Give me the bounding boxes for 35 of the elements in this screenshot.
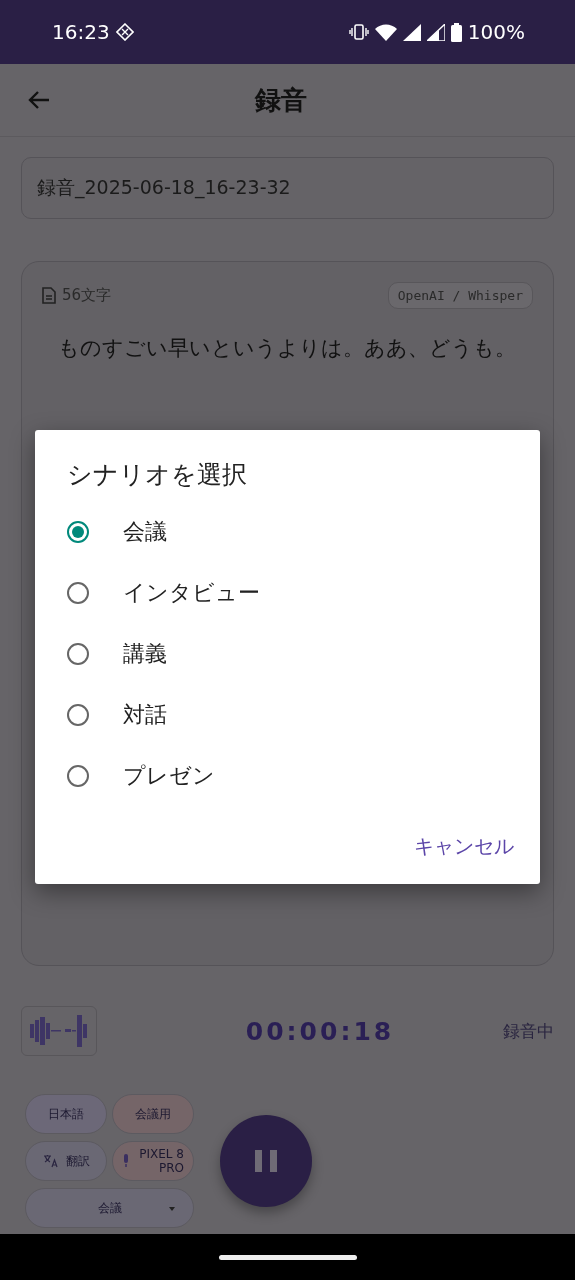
- option-label[interactable]: 対話: [123, 699, 167, 730]
- transcript-text: ものすごい早いというよりは。ああ、どうも。: [57, 335, 517, 362]
- microphone-icon: [122, 1154, 130, 1168]
- back-arrow-icon[interactable]: [28, 90, 50, 110]
- pause-button[interactable]: [220, 1115, 312, 1207]
- option-label[interactable]: 講義: [123, 638, 167, 669]
- home-indicator[interactable]: [218, 1254, 357, 1260]
- option-label[interactable]: 会議: [123, 516, 167, 547]
- character-count: 56文字: [62, 286, 112, 305]
- vibrate-icon: [348, 24, 369, 40]
- recording-timer: 00:00:18: [245, 1016, 395, 1046]
- recording-status: 録音中: [503, 1019, 554, 1043]
- signal-icon: [426, 23, 445, 41]
- radio-button[interactable]: [67, 520, 89, 543]
- option-label[interactable]: インタビュー: [123, 577, 260, 608]
- document-icon: [42, 287, 56, 304]
- radio-button[interactable]: [67, 764, 89, 787]
- battery-percent: 100%: [467, 20, 525, 44]
- dropdown-caret-icon: [169, 1207, 175, 1211]
- waveform-icon: [30, 1014, 88, 1048]
- radio-button[interactable]: [67, 642, 89, 665]
- wifi-icon: [374, 23, 397, 41]
- pause-icon: [255, 1150, 277, 1172]
- radio-button[interactable]: [67, 581, 89, 604]
- screen-title: 録音: [254, 83, 307, 117]
- signal-icon: [402, 23, 421, 41]
- translate-icon: [42, 1154, 58, 1168]
- radio-button[interactable]: [67, 703, 89, 726]
- dialog-title: シナリオを選択: [67, 459, 248, 491]
- option-label[interactable]: プレゼン: [123, 760, 215, 791]
- status-time: 16:23: [52, 20, 110, 44]
- battery-icon: [450, 22, 462, 42]
- engine-tag: OpenAI / Whisper: [387, 282, 533, 309]
- diamond-icon: [115, 23, 134, 41]
- cancel-button[interactable]: キャンセル: [414, 829, 514, 864]
